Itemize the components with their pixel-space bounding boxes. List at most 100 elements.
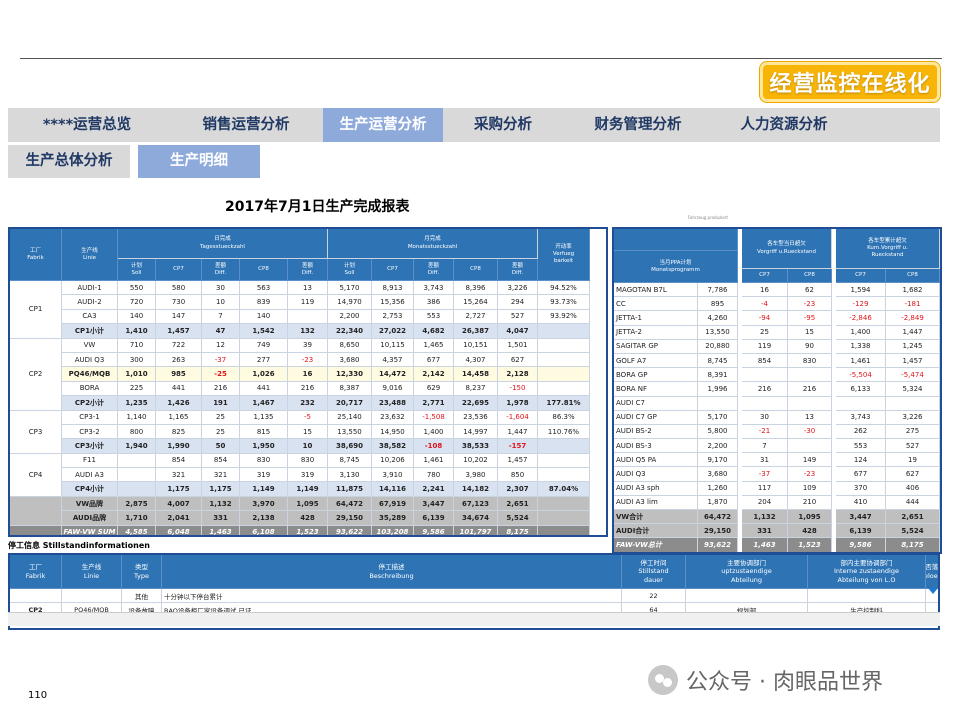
ppa-value: -181 [886, 297, 940, 312]
tab-sales-analysis[interactable]: 销售运营分析 [180, 108, 312, 142]
row-value: 710 [118, 338, 156, 353]
row-value: -108 [414, 439, 454, 454]
row-value: 6,139 [414, 511, 454, 526]
row-line-label: CP1小计 [62, 324, 118, 339]
ppa-value: 275 [886, 424, 940, 440]
row-line-label: CP3-1 [62, 410, 118, 425]
row-value [538, 511, 590, 526]
row-value: 3,743 [414, 281, 454, 296]
tab-production-detail[interactable]: 生产明细 [138, 145, 260, 178]
ppa-model: AUDI Q3 [614, 467, 698, 482]
row-value: 553 [414, 309, 454, 325]
ppa-value: 13 [788, 410, 832, 425]
row-value: -5 [288, 410, 328, 425]
stop-cell: 22 [622, 589, 686, 603]
tab-production-overall[interactable]: 生产总体分析 [8, 145, 130, 178]
ppa-value: 20,880 [698, 339, 738, 354]
stop-header: 是否落实?geloest? [926, 555, 938, 589]
row-value: 830 [240, 453, 288, 469]
tab-hr-analysis[interactable]: 人力资源分析 [723, 108, 845, 142]
row-value: 15 [288, 424, 328, 440]
row-line-label: VW品牌 [62, 496, 118, 512]
tab-finance-analysis[interactable]: 财务管理分析 [578, 108, 698, 142]
ppa-value: -21 [742, 424, 788, 440]
ppa-model: SAGITAR GP [614, 339, 698, 354]
ppa-value: 9,586 [836, 538, 886, 552]
scroll-down-arrow-icon[interactable] [928, 588, 938, 594]
row-value: 4,007 [156, 496, 202, 512]
row-value: 1,410 [118, 324, 156, 339]
ppa-value: 627 [886, 467, 940, 482]
row-value [288, 309, 328, 325]
main-tab-bar: ****运营总览 销售运营分析 生产运营分析 采购分析 财务管理分析 人力资源分… [8, 108, 940, 142]
row-value: -1,508 [414, 410, 454, 425]
ppa-value [742, 396, 788, 411]
wechat-logo-icon [648, 665, 678, 695]
row-value: 1,165 [156, 410, 202, 425]
ppa-value: 149 [788, 453, 832, 468]
ppa-value: 1,245 [886, 339, 940, 354]
row-value: 14,970 [328, 295, 372, 310]
ppa-value: 1,260 [698, 481, 738, 496]
row-value: 29,150 [328, 511, 372, 526]
tab-purchasing-analysis[interactable]: 采购分析 [453, 108, 553, 142]
ppa-value: 1,447 [886, 325, 940, 340]
row-value: -23 [288, 352, 328, 368]
row-value: 93,622 [328, 525, 372, 535]
header-cum-cp7: CP7 [836, 269, 886, 283]
row-value [538, 525, 590, 535]
row-value: 10,206 [372, 453, 414, 469]
ppa-model: AUDI BS-2 [614, 424, 698, 440]
row-value: -157 [498, 439, 538, 454]
ppa-model: BORA NF [614, 382, 698, 397]
tab-overview[interactable]: ****运营总览 [8, 108, 166, 142]
row-value: 16 [288, 367, 328, 382]
row-value: -37 [202, 352, 240, 368]
ppa-value: 7,786 [698, 283, 738, 298]
header-day-diff7: 差额 Diff. [202, 259, 240, 281]
ppa-value: 90 [788, 339, 832, 354]
row-value: 25 [202, 410, 240, 425]
row-value [538, 496, 590, 512]
row-value: 23,488 [372, 396, 414, 411]
ppa-value: 444 [886, 495, 940, 510]
header-month-diff8: 差额 Diff. [498, 259, 538, 281]
row-value: 1,175 [202, 482, 240, 497]
row-value: 2,200 [328, 309, 372, 325]
row-value: 38,582 [372, 439, 414, 454]
stop-header: 停工描述 Beschreibung [162, 555, 622, 589]
ppa-value: 5,524 [886, 524, 940, 539]
row-line-label: CP3-2 [62, 424, 118, 440]
header-day-cp7: CP7 [156, 259, 202, 281]
row-value: 749 [240, 338, 288, 353]
row-value: 2,041 [156, 511, 202, 526]
ppa-value: 331 [742, 524, 788, 539]
stop-cell [10, 589, 62, 603]
horizontal-scrollbar[interactable] [8, 612, 940, 626]
row-value: 14,182 [454, 482, 498, 497]
row-value: 2,128 [498, 367, 538, 382]
section-badge: 经营监控在线化 [760, 62, 940, 102]
ppa-value: 1,870 [698, 495, 738, 510]
row-line-label: AUDI品牌 [62, 511, 118, 526]
header-acc-cp7: CP7 [742, 269, 788, 283]
production-grid: 工厂 Fabrik 生产线 Linie 日完成 Tagesstueckzahl 月完成 Mon… [10, 229, 606, 535]
row-value: 4,682 [414, 324, 454, 339]
ppa-grid: 当月PPA计划 Monatsprogramm 各车型当日超欠 Vorgriff u.R… [614, 229, 940, 552]
row-value: 428 [288, 511, 328, 526]
row-line-label: CP2小计 [62, 396, 118, 411]
row-value: 319 [240, 468, 288, 483]
row-value: 1,467 [240, 396, 288, 411]
ppa-value: -23 [788, 297, 832, 312]
ppa-value: 677 [836, 467, 886, 482]
tab-production-analysis[interactable]: 生产运营分析 [323, 108, 443, 142]
row-value: 6,108 [240, 525, 288, 535]
row-value: 38,690 [328, 439, 372, 454]
ppa-value: 5,170 [698, 410, 738, 425]
ppa-model: FAW-VW总计 [614, 538, 698, 552]
ppa-value: 1,400 [836, 325, 886, 340]
row-value: 20,717 [328, 396, 372, 411]
ppa-value: -94 [742, 311, 788, 326]
watermark-text: 公众号 · 肉眼品世界 [686, 670, 883, 695]
ppa-value: -129 [836, 297, 886, 312]
